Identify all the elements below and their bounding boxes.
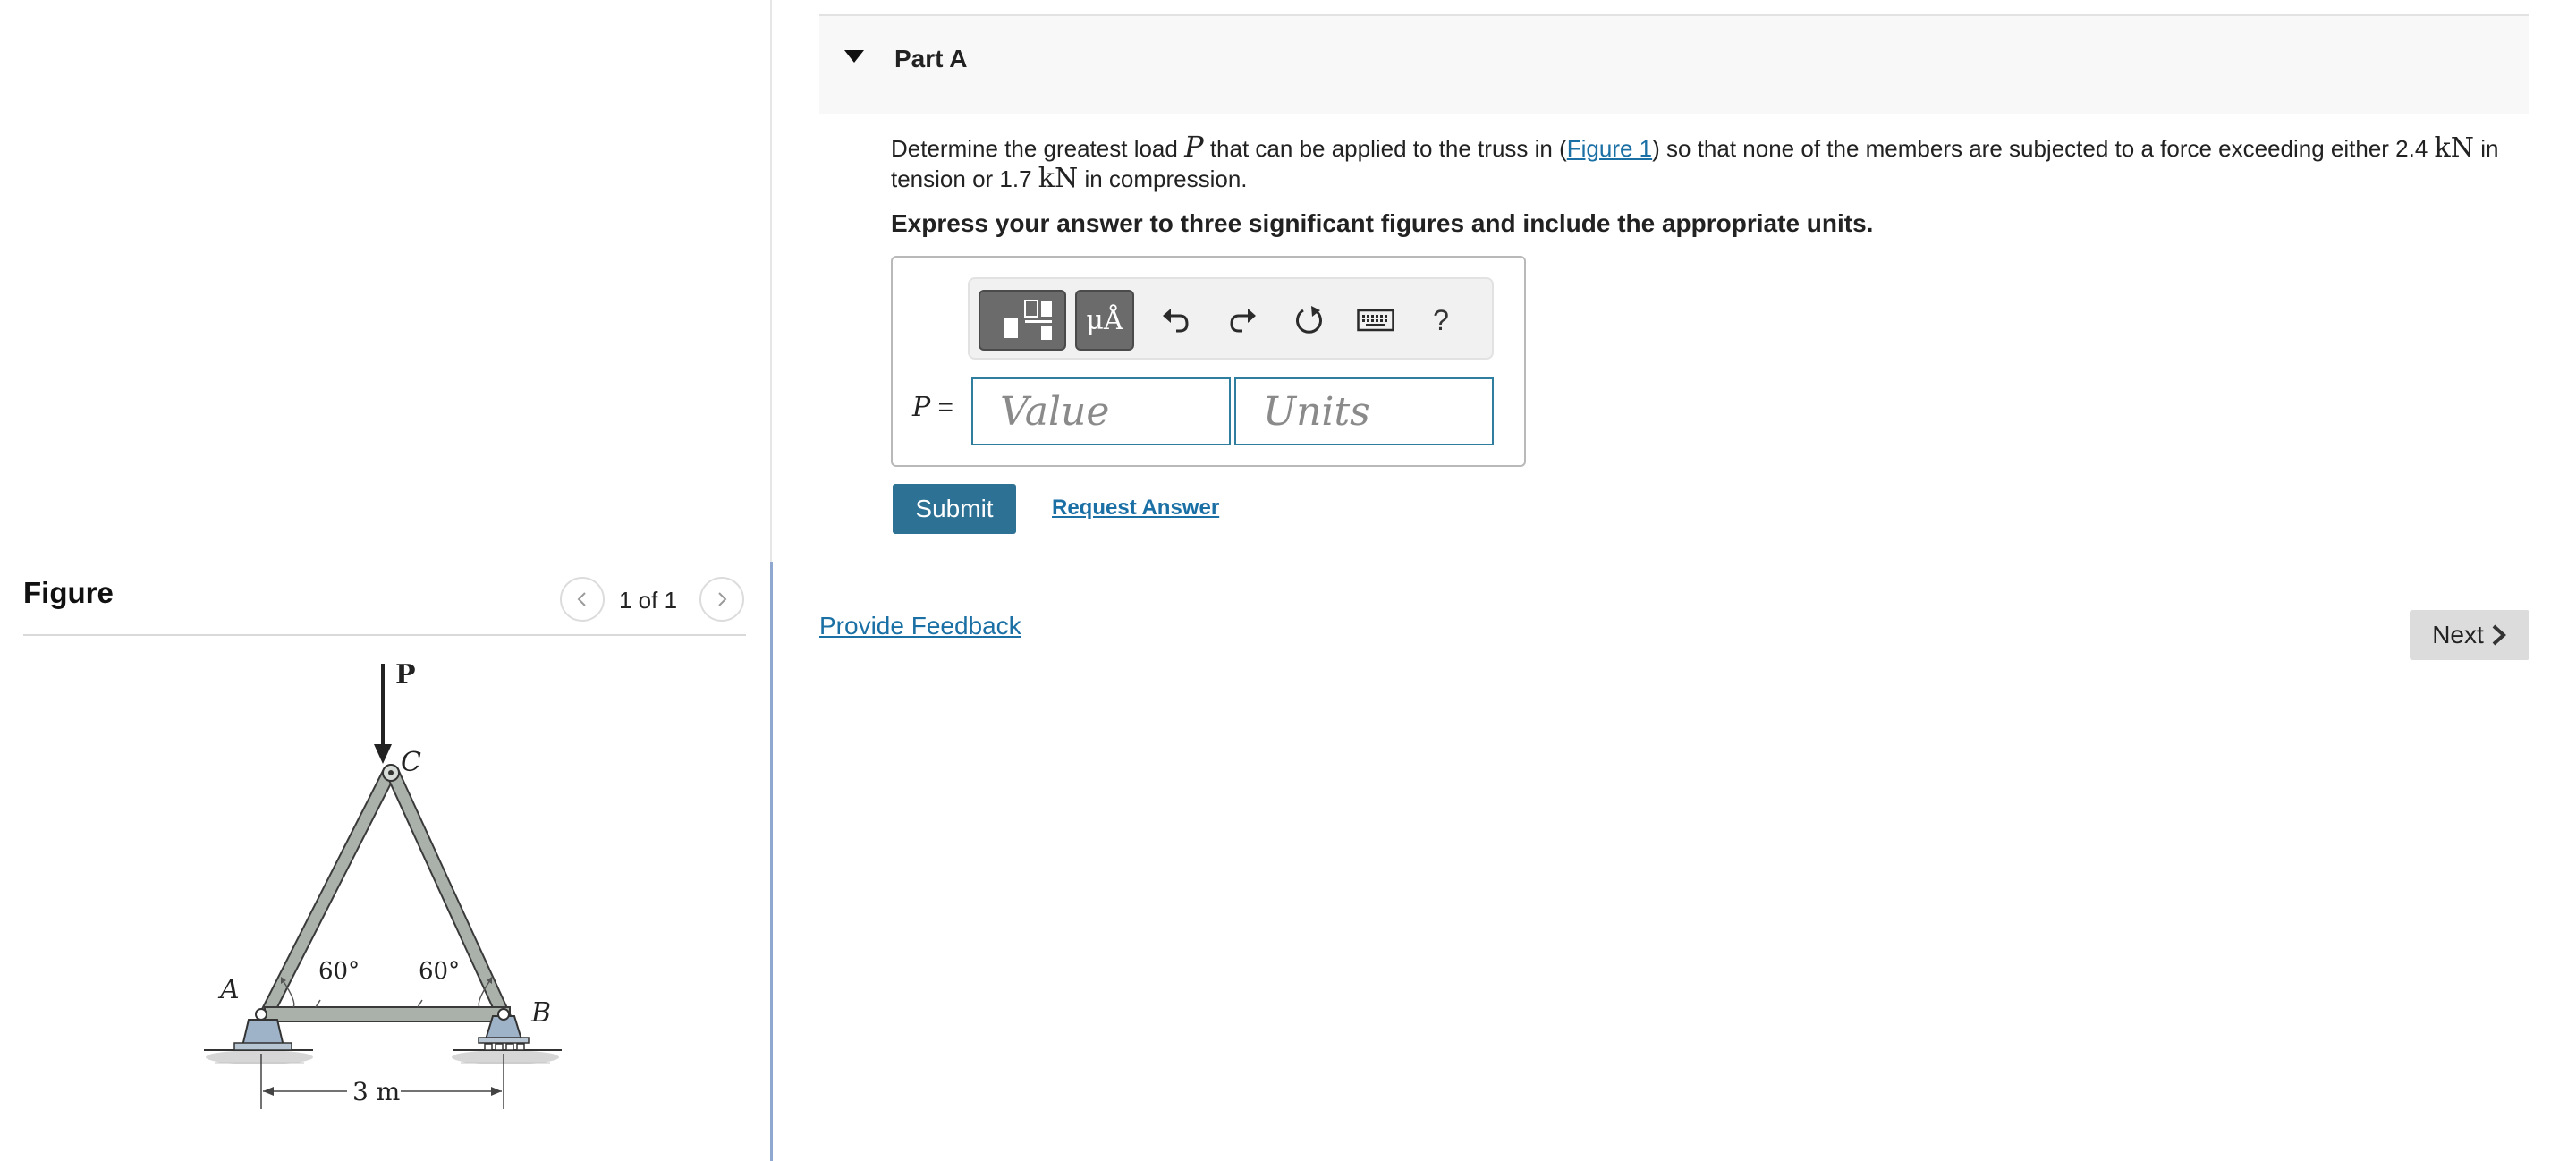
help-icon: ? [1433, 303, 1449, 336]
figure-title: Figure [23, 576, 114, 609]
keyboard-button[interactable] [1349, 290, 1402, 351]
pane-divider-highlight [770, 562, 773, 1161]
next-button-label: Next [2432, 621, 2484, 648]
answer-equals: = [930, 393, 954, 422]
templates-icon [1004, 300, 1052, 340]
help-button[interactable]: ? [1417, 290, 1465, 351]
reset-icon [1296, 306, 1322, 334]
truss-diagram: P C A B 60° 60° 3 m [204, 659, 562, 1109]
reset-button[interactable] [1283, 290, 1336, 351]
page: Figure 1 of 1 P C A B 60° 60° 3 m Part A… [0, 0, 2576, 1161]
answer-variable: P [912, 392, 931, 423]
units-input[interactable] [1234, 377, 1494, 445]
problem-text-2: that can be applied to the truss in ( [1203, 135, 1567, 162]
undo-icon [1163, 309, 1189, 333]
part-a-header[interactable]: Part A [819, 14, 2529, 114]
figure-counter: 1 of 1 [619, 587, 678, 614]
next-figure-button[interactable] [699, 577, 744, 622]
problem-text-5: in compression. [1078, 165, 1248, 192]
submit-button[interactable]: Submit [893, 484, 1016, 534]
math-toolbar: μÅ ? [968, 277, 1494, 360]
load-label: P [395, 659, 416, 691]
chevron-left-icon [577, 592, 586, 606]
joint-b-label: B [530, 997, 551, 1029]
undo-button[interactable] [1148, 290, 1202, 351]
joint-c-label: C [401, 747, 421, 778]
joint-a-label: A [217, 974, 240, 1005]
problem-variable: P [1184, 130, 1204, 164]
provide-feedback-link[interactable]: Provide Feedback [819, 612, 1021, 640]
keyboard-icon [1357, 309, 1394, 332]
figure-panel: Figure 1 of 1 P C A B 60° 60° 3 m [0, 0, 771, 1161]
answer-box: μÅ ? P = Value Units [891, 256, 1526, 467]
redo-button[interactable] [1216, 290, 1270, 351]
answer-label: P = [912, 392, 953, 423]
answer-instruction: Express your answer to three significant… [891, 209, 1874, 237]
problem-unit-2: kN [1038, 163, 1079, 194]
units-button[interactable]: μÅ [1075, 290, 1134, 351]
request-answer-link[interactable]: Request Answer [1052, 496, 1219, 521]
units-icon: μÅ [1086, 304, 1123, 336]
pane-divider[interactable] [770, 0, 773, 1161]
chevron-right-icon [718, 592, 727, 606]
redo-icon [1230, 309, 1256, 333]
previous-figure-button[interactable] [560, 577, 605, 622]
problem-text-3: ) so that none of the members are subjec… [1652, 135, 2435, 162]
angle-left-label: 60° [318, 958, 360, 985]
problem-text-1: Determine the greatest load [891, 135, 1185, 162]
templates-button[interactable] [979, 290, 1066, 351]
span-dimension-label: 3 m [352, 1077, 400, 1106]
part-title: Part A [894, 45, 968, 72]
caret-down-icon [844, 50, 864, 63]
figure-divider [23, 634, 746, 636]
figure-link[interactable]: Figure 1 [1567, 135, 1652, 162]
problem-statement: Determine the greatest load P that can b… [891, 132, 2528, 194]
chevron-right-icon [2492, 624, 2506, 646]
problem-unit-1: kN [2434, 132, 2474, 164]
value-input[interactable] [971, 377, 1231, 445]
next-button[interactable]: Next [2410, 610, 2529, 660]
angle-right-label: 60° [419, 958, 460, 985]
